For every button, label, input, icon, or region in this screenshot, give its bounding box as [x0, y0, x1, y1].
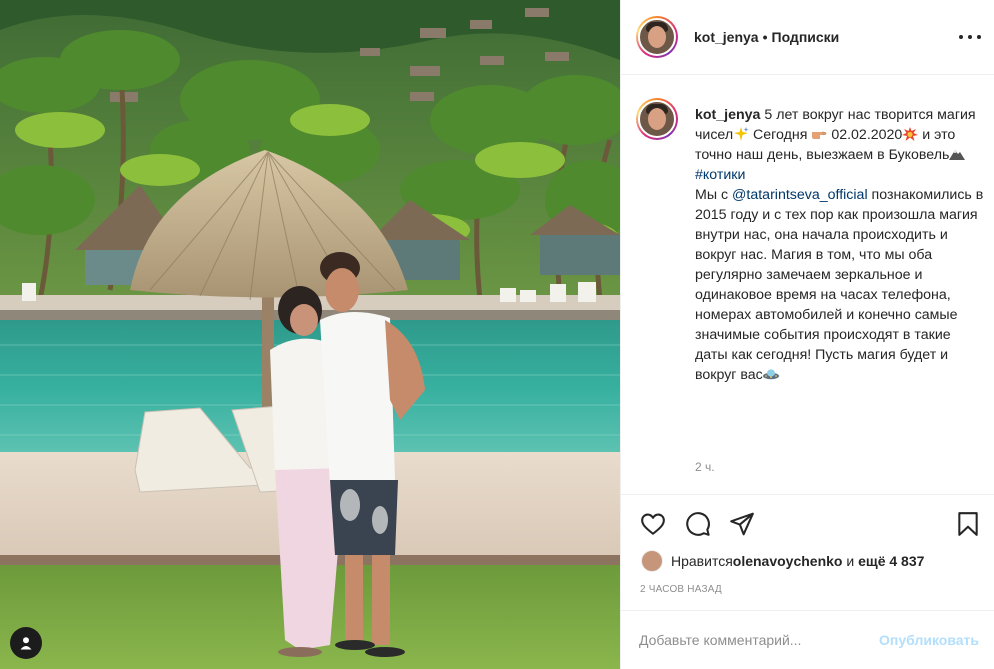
flying-saucer-emoji-icon	[762, 369, 779, 380]
add-comment-bar: Опубликовать	[621, 610, 994, 669]
caption-mention[interactable]: @tatarintseva_official	[732, 187, 868, 203]
caption-author-avatar[interactable]	[636, 98, 678, 140]
comment-button[interactable]	[685, 511, 711, 537]
likes-count[interactable]: ещё 4 837	[858, 553, 924, 569]
caption-author[interactable]: kot_jenya	[695, 107, 760, 123]
save-button[interactable]	[955, 511, 981, 537]
caption-timestamp: 2 ч.	[695, 460, 715, 474]
likes-joiner: и	[842, 553, 859, 569]
more-horizontal-icon-dot	[977, 35, 981, 39]
post-date[interactable]: 2 ЧАСОВ НАЗАД	[640, 584, 722, 595]
more-options-button[interactable]	[959, 27, 981, 47]
likes-prefix: Нравится	[671, 553, 733, 569]
comments-area: kot_jenya 5 лет вокруг нас творится маги…	[621, 76, 994, 495]
tagged-users-button[interactable]	[10, 627, 42, 659]
comment-input[interactable]	[639, 632, 880, 648]
follow-button[interactable]: Подписки	[772, 29, 840, 45]
post-header: kot_jenya • Подписки	[621, 0, 994, 75]
author-avatar[interactable]	[636, 16, 678, 58]
caption-text: kot_jenya 5 лет вокруг нас творится маги…	[695, 105, 985, 385]
sparkles-emoji-icon	[734, 127, 749, 141]
heart-icon	[641, 513, 665, 535]
liker-avatar[interactable]	[641, 550, 663, 572]
publish-button[interactable]: Опубликовать	[879, 632, 979, 648]
share-button[interactable]	[729, 511, 755, 537]
pointing-hand-emoji-icon	[812, 131, 827, 139]
caption-line: Сегодня	[749, 127, 812, 143]
comment-icon	[686, 512, 710, 536]
likes-summary: Нравится olenavoychenko и ещё 4 837	[641, 549, 924, 573]
post-image	[0, 0, 620, 669]
caption-line: познакомились в 2015 году и с тех пор ка…	[695, 187, 984, 383]
bookmark-icon	[958, 512, 978, 536]
post-photo[interactable]	[0, 0, 620, 669]
liker-username[interactable]: olenavoychenko	[733, 553, 843, 569]
author-username[interactable]: kot_jenya	[694, 29, 759, 45]
user-icon	[20, 637, 32, 650]
more-horizontal-icon	[959, 35, 963, 39]
like-button[interactable]	[640, 511, 666, 537]
post-details-panel: kot_jenya • Подписки kot_jenya 5 лет вок…	[620, 0, 994, 669]
header-separator: •	[762, 29, 768, 45]
author-info: kot_jenya • Подписки	[694, 29, 839, 45]
more-horizontal-icon-dot	[968, 35, 972, 39]
action-bar	[621, 505, 994, 545]
send-icon	[730, 512, 754, 536]
caption-line: Мы с	[695, 187, 732, 203]
caption-hashtag[interactable]: #котики	[695, 167, 745, 183]
collision-emoji-icon	[902, 127, 919, 141]
mountain-emoji-icon	[949, 150, 966, 160]
caption-line: 02.02.2020	[827, 127, 903, 143]
